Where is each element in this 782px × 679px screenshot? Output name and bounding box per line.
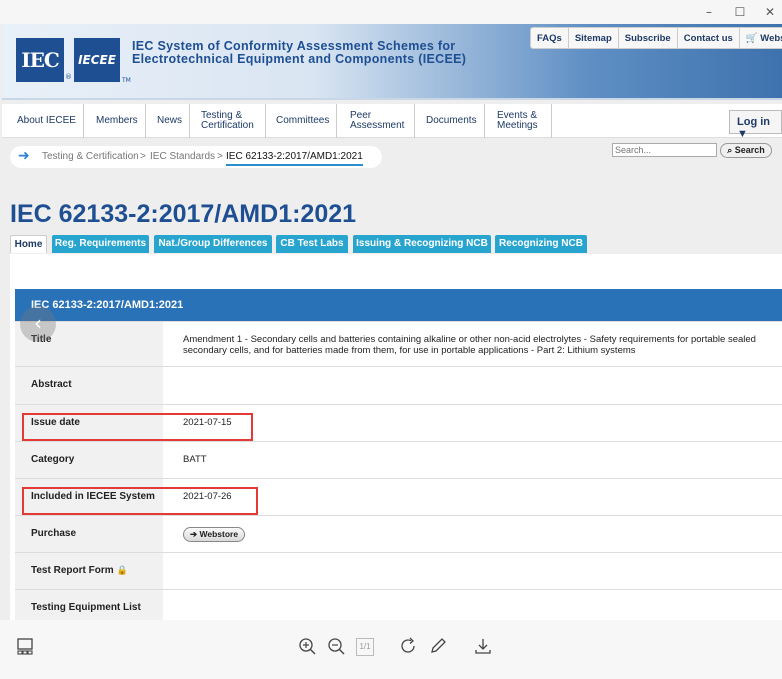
breadcrumb-current: IEC 62133-2:2017/AMD1:2021: [226, 151, 363, 166]
purchase-value: ➔ Webstore: [183, 527, 773, 542]
zoom-out-icon[interactable]: [325, 636, 347, 658]
top-links: FAQs Sitemap Subscribe Contact us 🛒 Webs…: [530, 27, 782, 49]
detail-row-test-report-form: Test Report Form 🔒: [15, 552, 782, 589]
detail-row-testing-equipment-list: Testing Equipment List: [15, 589, 782, 620]
trademark-mark: TM: [122, 77, 131, 84]
lock-icon: 🔒: [116, 565, 128, 575]
nav-members[interactable]: Members: [89, 104, 146, 138]
row-label-text: Test Report Form: [31, 565, 114, 576]
maximize-button[interactable]: ☐: [728, 3, 752, 21]
subscribe-link[interactable]: Subscribe: [619, 28, 678, 48]
login-button[interactable]: Log in ▼: [729, 110, 782, 140]
image-viewport: IEC ® IECEE TM IEC System of Conformity …: [0, 24, 782, 620]
close-button[interactable]: ✕: [758, 3, 782, 21]
page-indicator: 1/1: [356, 638, 374, 656]
filmstrip-icon[interactable]: [14, 636, 36, 658]
nav-peer-assessment[interactable]: Peer Assessment: [343, 104, 415, 138]
row-label: Testing Equipment List: [15, 590, 163, 620]
breadcrumb: ➜ Testing & Certification > IEC Standard…: [10, 146, 382, 168]
tab-reg-requirements[interactable]: Reg. Requirements: [52, 235, 149, 253]
breadcrumb-iec-standards[interactable]: IEC Standards: [150, 151, 215, 162]
row-label: Test Report Form 🔒: [15, 553, 163, 589]
download-icon[interactable]: [472, 636, 494, 658]
included-date-value: 2021-07-26: [183, 491, 232, 502]
row-label: Purchase: [15, 516, 163, 552]
minimize-button[interactable]: –: [697, 3, 721, 21]
search-button-label: Search: [734, 145, 765, 155]
previous-image-button[interactable]: ‹: [20, 306, 56, 342]
detail-row-abstract: Abstract: [15, 366, 782, 404]
iecee-logo[interactable]: IECEE: [74, 38, 120, 82]
webstore-button[interactable]: ➔ Webstore: [183, 527, 246, 542]
row-label: Category: [15, 442, 163, 478]
faqs-link[interactable]: FAQs: [531, 28, 569, 48]
site-title: IEC System of Conformity Assessment Sche…: [132, 39, 467, 66]
tab-home[interactable]: Home: [10, 235, 47, 253]
webstore-link[interactable]: 🛒 Webstore: [740, 28, 782, 48]
nav-documents[interactable]: Documents: [419, 104, 485, 138]
highlight-included-date: [22, 487, 258, 515]
window-titlebar: – ☐ ✕: [0, 0, 782, 24]
category-value: BATT: [183, 454, 207, 465]
row-label: Abstract: [15, 367, 163, 404]
nav-events-meetings[interactable]: Events & Meetings: [490, 104, 552, 138]
breadcrumb-testing-certification[interactable]: Testing & Certification: [42, 151, 139, 162]
arrow-right-icon: ➜: [18, 148, 30, 164]
detail-header: IEC 62133-2:2017/AMD1:2021: [15, 289, 782, 321]
tab-recognizing-ncb[interactable]: Recognizing NCB: [495, 235, 587, 253]
title-value: Amendment 1 - Secondary cells and batter…: [183, 334, 756, 356]
nav-testing-certification[interactable]: Testing & Certification: [194, 104, 266, 138]
tab-nat-group-differences[interactable]: Nat./Group Differences: [154, 235, 272, 253]
nav-about-iecee[interactable]: About IECEE: [10, 104, 84, 138]
detail-row-category: Category BATT: [15, 441, 782, 478]
search-button[interactable]: ⌕ Search: [720, 143, 772, 158]
viewer-toolbar: 1/1: [0, 620, 782, 679]
breadcrumb-separator: >: [140, 151, 146, 162]
search-input[interactable]: [612, 143, 717, 157]
page-title: IEC 62133-2:2017/AMD1:2021: [10, 200, 357, 228]
search-icon: ⌕: [727, 145, 733, 155]
arrow-right-icon: ➔: [190, 529, 198, 539]
tab-cb-test-labs[interactable]: CB Test Labs: [276, 235, 348, 253]
issue-date-value: 2021-07-15: [183, 417, 232, 428]
rotate-icon[interactable]: [398, 636, 420, 658]
detail-row-purchase: Purchase ➔ Webstore: [15, 515, 782, 552]
detail-row-title: Title Amendment 1 - Secondary cells and …: [15, 321, 782, 366]
nav-committees[interactable]: Committees: [269, 104, 338, 138]
nav-news[interactable]: News: [150, 104, 191, 138]
edit-pencil-icon[interactable]: [427, 636, 449, 658]
zoom-in-icon[interactable]: [296, 636, 318, 658]
tab-issuing-recognizing-ncb[interactable]: Issuing & Recognizing NCB: [353, 235, 491, 253]
webstore-button-label: Webstore: [199, 529, 239, 539]
iec-logo[interactable]: IEC: [16, 38, 64, 82]
breadcrumb-separator: >: [217, 151, 223, 162]
registered-mark: ®: [65, 73, 72, 81]
sitemap-link[interactable]: Sitemap: [569, 28, 619, 48]
highlight-issue-date: [22, 413, 253, 441]
site-banner: IEC ® IECEE TM IEC System of Conformity …: [2, 24, 782, 100]
main-nav: About IECEE Members News Testing & Certi…: [2, 104, 782, 138]
contact-link[interactable]: Contact us: [678, 28, 740, 48]
